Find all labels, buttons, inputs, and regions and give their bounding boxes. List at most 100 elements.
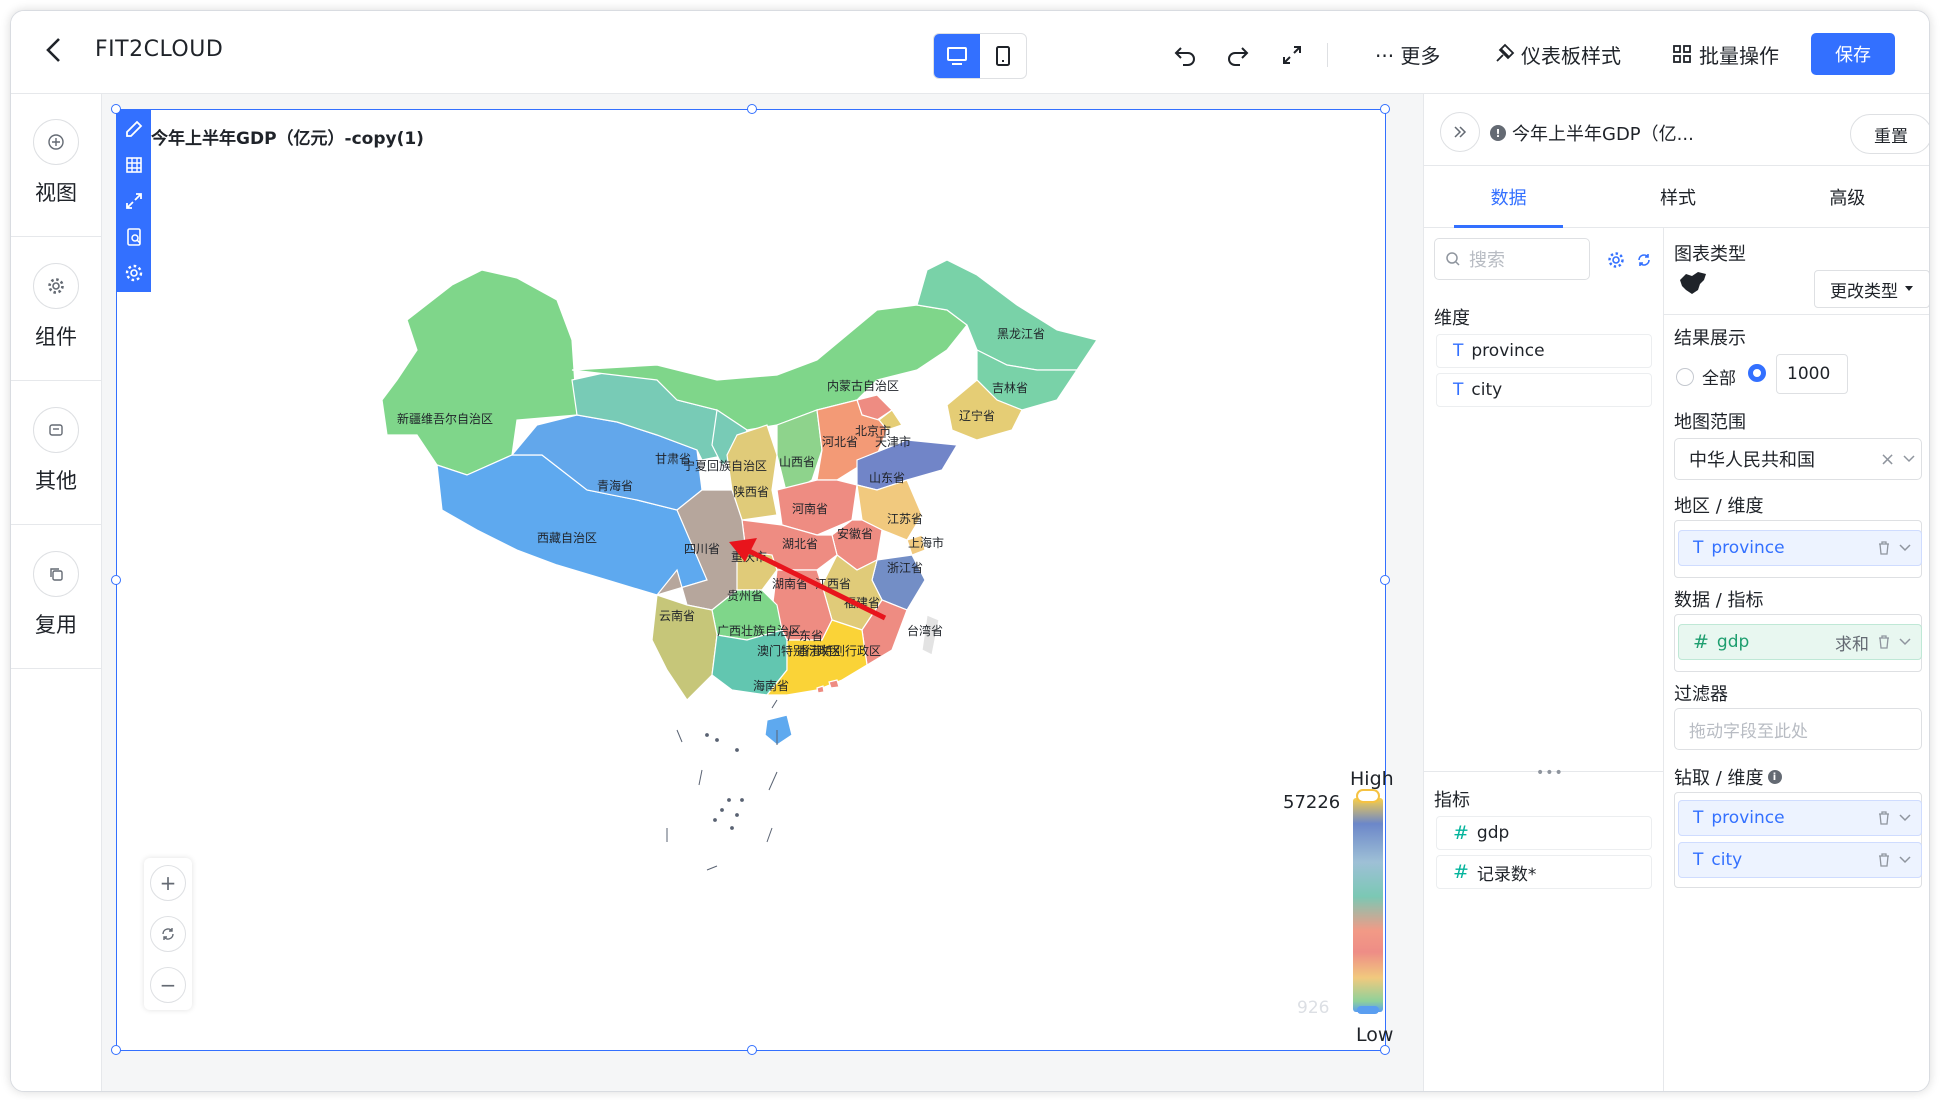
- label-shanxi: 山西省: [779, 455, 815, 469]
- result-all-label: 全部: [1702, 369, 1736, 389]
- result-all-radio[interactable]: 全部: [1676, 364, 1736, 389]
- info-icon[interactable]: i: [1767, 770, 1782, 784]
- region-hongkong[interactable]: [828, 679, 840, 689]
- batch-operation-button[interactable]: 批量操作: [1671, 39, 1779, 69]
- dashboard-style-button[interactable]: 仪表板样式: [1493, 39, 1621, 69]
- drill-field-city[interactable]: T city: [1678, 842, 1922, 878]
- nav-item-component[interactable]: 组件: [11, 238, 101, 381]
- metric-field-record-count[interactable]: # 记录数*: [1436, 855, 1652, 889]
- resize-handle-w[interactable]: [111, 575, 121, 585]
- zoom-in-icon[interactable]: +: [150, 865, 186, 902]
- desktop-view-button[interactable]: [934, 34, 980, 78]
- label-guangdong: 广东省: [787, 629, 823, 643]
- legend-max-handle[interactable]: [1356, 789, 1380, 803]
- fullscreen-icon[interactable]: [1276, 39, 1308, 71]
- tab-data[interactable]: 数据: [1424, 166, 1593, 228]
- chart-edit-toolbar: [117, 110, 151, 292]
- legend-min-handle[interactable]: [1357, 1006, 1379, 1014]
- label-hainan: 海南省: [753, 678, 789, 693]
- expand-icon[interactable]: [121, 188, 147, 214]
- reset-button[interactable]: 重置: [1850, 114, 1929, 154]
- result-count-radio[interactable]: [1748, 364, 1766, 386]
- resize-handle-se[interactable]: [1380, 1045, 1390, 1055]
- aggregation-label: 求和: [1835, 634, 1869, 655]
- table-icon[interactable]: [121, 152, 147, 178]
- data-metric-field-label: gdp: [1716, 632, 1750, 652]
- drill-field-province[interactable]: T province: [1678, 800, 1922, 836]
- label-hongkong: 香港特别行政区: [797, 643, 881, 658]
- app-window: FIT2CLOUD ··· 更多 仪表板样式 批量操作 保存 视图 组件 其他 …: [10, 10, 1930, 1092]
- result-count-input[interactable]: 1000: [1776, 354, 1848, 394]
- grid-icon: [1673, 45, 1691, 63]
- resize-handle-n[interactable]: [747, 104, 757, 114]
- undo-icon[interactable]: [1169, 39, 1201, 71]
- trash-icon[interactable]: [1877, 540, 1891, 556]
- divider: [1664, 314, 1929, 315]
- field-settings-icon[interactable]: [1606, 250, 1626, 270]
- chevron-down-icon: [1903, 455, 1915, 463]
- region-macau[interactable]: [816, 685, 825, 694]
- data-metric-field[interactable]: # gdp 求和: [1678, 624, 1922, 660]
- field-actions: [1877, 852, 1911, 868]
- legend-color-scale[interactable]: [1353, 798, 1383, 1012]
- resize-handle-e[interactable]: [1380, 575, 1390, 585]
- redo-icon[interactable]: [1222, 39, 1254, 71]
- refresh-icon[interactable]: [1634, 250, 1654, 270]
- label-guizhou: 贵州省: [727, 589, 763, 603]
- nav-item-other[interactable]: 其他: [11, 382, 101, 525]
- tab-advanced[interactable]: 高级: [1763, 166, 1929, 227]
- collapse-panel-icon[interactable]: [1440, 112, 1480, 152]
- mobile-view-button[interactable]: [980, 34, 1026, 78]
- panel-chart-name: 今年上半年GDP（亿...: [1512, 124, 1694, 145]
- resize-handle-ne[interactable]: [1380, 104, 1390, 114]
- label-heilongjiang: 黑龙江省: [997, 327, 1045, 341]
- label-qinghai: 青海省: [597, 478, 633, 493]
- chevron-down-icon[interactable]: [1899, 856, 1911, 864]
- zoom-out-icon[interactable]: −: [150, 966, 186, 1003]
- number-type-icon: #: [1453, 861, 1469, 883]
- nav-item-reuse[interactable]: 复用: [11, 526, 101, 669]
- south-sea-islands: [666, 699, 778, 871]
- area-dimension-field[interactable]: T province: [1678, 530, 1922, 566]
- chevron-down-icon[interactable]: [1899, 638, 1911, 646]
- field-search-input[interactable]: 搜索: [1434, 238, 1590, 280]
- label-ningxia: 宁夏回族自治区: [683, 458, 767, 473]
- save-button[interactable]: 保存: [1811, 33, 1895, 75]
- reset-view-icon[interactable]: [150, 915, 186, 952]
- dimension-field-city[interactable]: T city: [1436, 373, 1652, 407]
- chevron-down-icon[interactable]: [1899, 814, 1911, 822]
- metric-section-label: 指标: [1434, 790, 1470, 811]
- details-icon[interactable]: [121, 224, 147, 250]
- filter-dropzone[interactable]: 拖动字段至此处: [1674, 708, 1922, 750]
- settings-gear-icon[interactable]: [121, 260, 147, 286]
- chevron-down-icon[interactable]: [1899, 544, 1911, 552]
- label-tibet: 西藏自治区: [537, 531, 597, 545]
- text-type-icon: T: [1453, 341, 1464, 361]
- dimension-field-label: province: [1471, 341, 1545, 361]
- label-anhui: 安徽省: [837, 526, 873, 541]
- field-actions: 求和: [1835, 630, 1911, 655]
- trash-icon[interactable]: [1877, 810, 1891, 826]
- dimension-field-province[interactable]: T province: [1436, 334, 1652, 368]
- copy-icon: [33, 551, 79, 597]
- map-chart-card[interactable]: 黑龙江省 吉林省 辽宁省 内蒙古自治区 新疆维吾尔自治区 甘肃省 宁夏回族自治区…: [111, 104, 1394, 1055]
- trash-icon[interactable]: [1877, 634, 1891, 650]
- label-yunnan: 云南省: [659, 608, 695, 623]
- resize-handle-s[interactable]: [747, 1045, 757, 1055]
- nav-item-view[interactable]: 视图: [11, 94, 101, 237]
- label-hebei: 河北省: [822, 435, 858, 449]
- drag-handle-icon[interactable]: •••: [1536, 765, 1564, 781]
- tab-style[interactable]: 样式: [1593, 166, 1762, 227]
- trash-icon[interactable]: [1877, 852, 1891, 868]
- region-hainan[interactable]: [764, 714, 793, 746]
- clear-icon[interactable]: ×: [1880, 449, 1895, 470]
- resize-handle-nw[interactable]: [111, 104, 121, 114]
- edit-icon[interactable]: [121, 116, 147, 142]
- back-arrow-icon[interactable]: [37, 33, 71, 67]
- resize-handle-sw[interactable]: [111, 1045, 121, 1055]
- more-button[interactable]: ··· 更多: [1375, 39, 1440, 69]
- metric-field-gdp[interactable]: # gdp: [1436, 816, 1652, 850]
- toolbar-divider: [1327, 43, 1328, 67]
- map-range-select[interactable]: 中华人民共和国 ×: [1674, 438, 1922, 480]
- change-chart-type-button[interactable]: 更改类型: [1814, 270, 1929, 308]
